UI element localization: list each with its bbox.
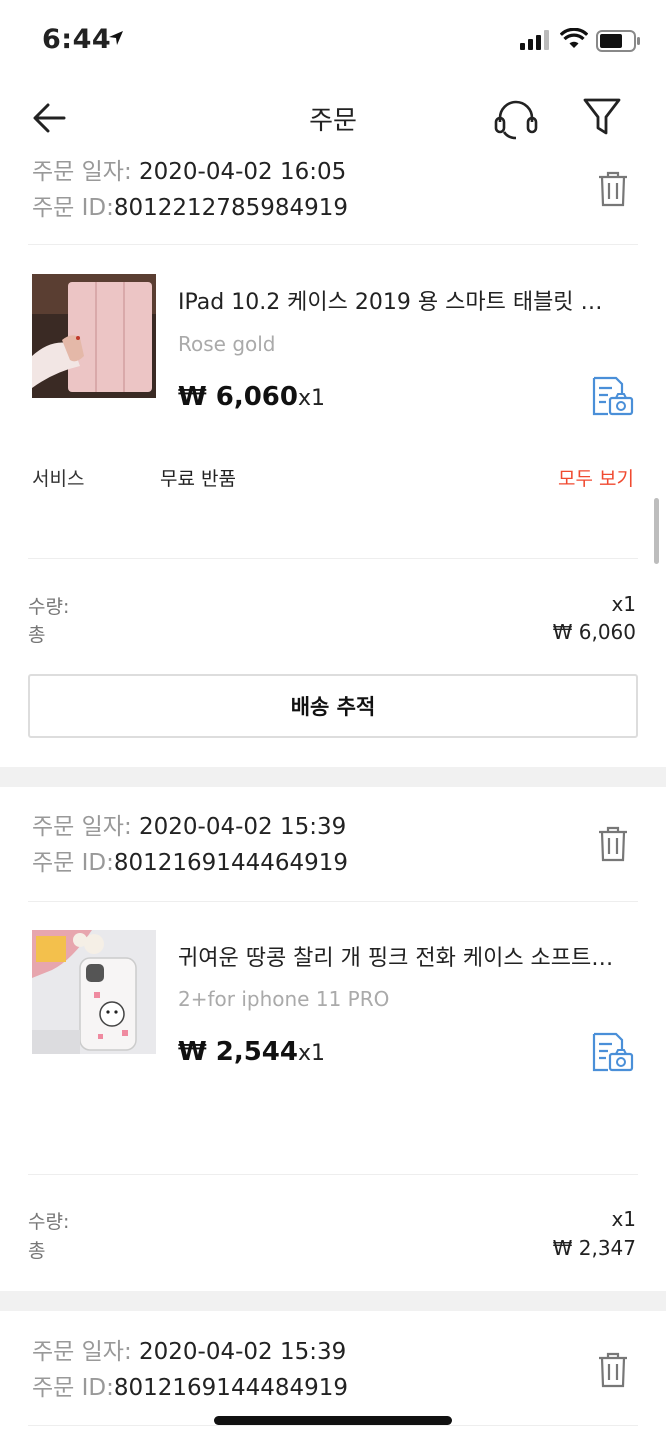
order-id: 8012169144484919 xyxy=(113,1375,349,1401)
total-value: ₩ 6,060 xyxy=(552,620,636,644)
order-date: 2020-04-02 15:39 xyxy=(139,814,347,840)
order-date-label: 주문 일자: xyxy=(32,1339,140,1365)
product-price-row: ₩ 6,060x1 xyxy=(178,382,325,412)
product-thumbnail[interactable] xyxy=(32,930,156,1054)
section-divider xyxy=(0,767,666,787)
trash-icon[interactable] xyxy=(596,170,630,208)
wifi-icon xyxy=(560,28,588,48)
home-indicator[interactable] xyxy=(214,1416,452,1425)
product-title[interactable]: 귀여운 땅콩 찰리 개 핑크 전화 케이스 소프트 TPU 커버 xyxy=(178,940,618,972)
product-price-row: ₩ 2,544x1 xyxy=(178,1037,325,1067)
order-meta: 주문 일자: 2020-04-02 15:39 주문 ID:8012169144… xyxy=(32,1334,348,1406)
product-qty: x1 xyxy=(297,1041,326,1066)
product-qty: x1 xyxy=(297,386,326,411)
section-divider xyxy=(0,1291,666,1311)
trash-icon[interactable] xyxy=(596,1351,630,1389)
product-title[interactable]: IPad 10.2 케이스 2019 용 스마트 태블릿 케이스 커버 xyxy=(178,284,618,316)
divider xyxy=(28,558,638,559)
total-value: ₩ 2,347 xyxy=(552,1236,636,1260)
product-price: ₩ 2,544 xyxy=(178,1037,298,1067)
order-date: 2020-04-02 15:39 xyxy=(139,1339,347,1365)
trash-icon[interactable] xyxy=(596,825,630,863)
quantity-value: x1 xyxy=(611,1207,636,1231)
divider xyxy=(28,244,638,245)
snapshot-icon[interactable] xyxy=(590,376,634,418)
status-time: 6:44 xyxy=(42,24,112,55)
nav-bar: 주문 xyxy=(0,90,666,150)
status-bar: 6:44 xyxy=(0,0,666,80)
service-label: 서비스 xyxy=(32,468,85,490)
divider xyxy=(28,1425,638,1426)
order-date: 2020-04-02 16:05 xyxy=(139,159,347,185)
order-date-label: 주문 일자: xyxy=(32,159,140,185)
order-id: 8012212785984919 xyxy=(113,195,349,221)
product-thumbnail[interactable] xyxy=(32,274,156,398)
product-variant: Rose gold xyxy=(178,332,276,356)
ipad-case-image xyxy=(32,274,156,398)
order-id-label: 주문 ID: xyxy=(32,1375,114,1401)
order-date-label: 주문 일자: xyxy=(32,814,140,840)
order-card: 주문 일자: 2020-04-02 16:05 주문 ID:8012212785… xyxy=(0,152,666,767)
quantity-label: 수량: xyxy=(28,596,70,618)
filter-icon[interactable] xyxy=(582,96,622,138)
quantity-label: 수량: xyxy=(28,1211,70,1233)
phone-case-image xyxy=(32,930,156,1054)
headset-icon[interactable] xyxy=(494,98,538,140)
product-price: ₩ 6,060 xyxy=(178,382,298,412)
divider xyxy=(28,1174,638,1175)
product-variant: 2+for iphone 11 PRO xyxy=(178,987,390,1011)
location-arrow-icon xyxy=(109,31,123,45)
view-all-link[interactable]: 모두 보기 xyxy=(558,464,634,491)
service-value: 무료 반품 xyxy=(160,468,236,490)
quantity-value: x1 xyxy=(611,592,636,616)
order-meta: 주문 일자: 2020-04-02 15:39 주문 ID:8012169144… xyxy=(32,809,348,881)
total-label: 총 xyxy=(28,1240,46,1262)
page-title: 주문 xyxy=(309,106,357,136)
order-id-label: 주문 ID: xyxy=(32,850,114,876)
scrollbar[interactable] xyxy=(654,498,659,564)
track-shipment-button[interactable]: 배송 추적 xyxy=(28,674,638,738)
order-id: 8012169144464919 xyxy=(113,850,349,876)
divider xyxy=(28,901,638,902)
order-card: 주문 일자: 2020-04-02 15:39 주문 ID:8012169144… xyxy=(0,787,666,1291)
snapshot-icon[interactable] xyxy=(590,1032,634,1074)
battery-icon xyxy=(596,30,640,52)
order-id-label: 주문 ID: xyxy=(32,195,114,221)
total-label: 총 xyxy=(28,624,46,646)
cellular-signal-icon xyxy=(520,30,549,50)
order-meta: 주문 일자: 2020-04-02 16:05 주문 ID:8012212785… xyxy=(32,154,348,226)
